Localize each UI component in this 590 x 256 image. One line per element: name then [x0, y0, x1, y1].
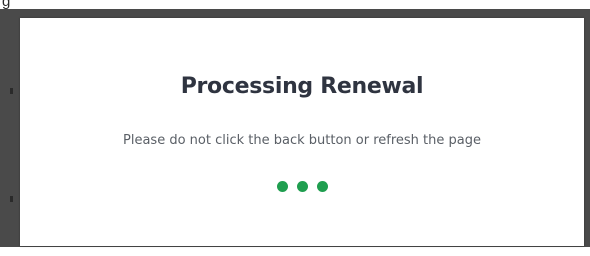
page-side-mark [10, 196, 13, 202]
loading-dot [296, 181, 308, 192]
loading-indicator [20, 181, 584, 195]
loading-dot [316, 181, 328, 192]
modal-title: Processing Renewal [180, 74, 424, 99]
page-top-fragment: g [2, 0, 11, 10]
page-top-strip [0, 0, 590, 9]
modal-message: Please do not click the back button or r… [123, 133, 481, 148]
loading-dot [276, 181, 288, 192]
page-bottom-strip [0, 247, 590, 256]
page-side-mark [10, 88, 13, 94]
processing-modal: Processing Renewal Please do not click t… [20, 18, 584, 246]
